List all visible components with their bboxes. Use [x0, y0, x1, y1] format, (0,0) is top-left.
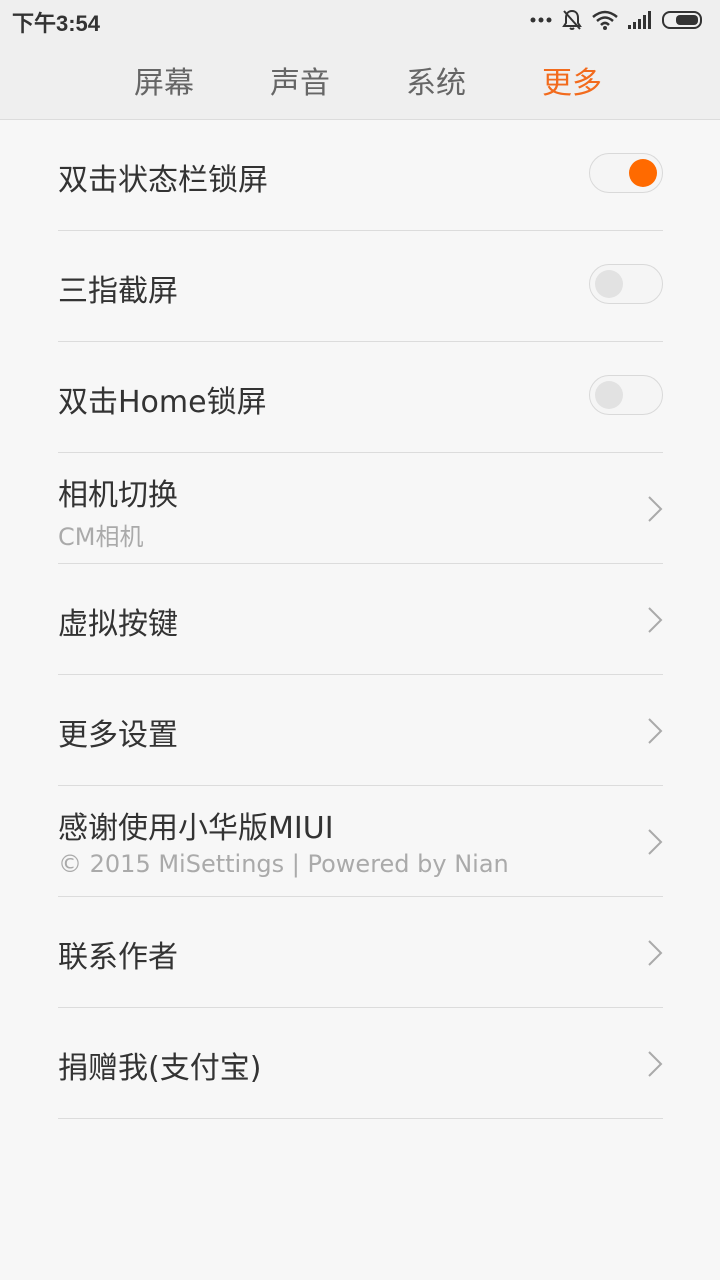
setting-double-tap-statusbar-lock[interactable]: 双击状态栏锁屏	[58, 120, 663, 231]
tab-bar: 屏幕 声音 系统 更多	[0, 40, 720, 120]
setting-donate[interactable]: 捐赠我(支付宝)	[58, 1008, 663, 1119]
bell-off-icon	[562, 9, 582, 31]
setting-title: 联系作者	[58, 940, 178, 975]
status-icons	[530, 8, 704, 32]
chevron-right-icon	[648, 1051, 663, 1077]
double-tap-statusbar-lock-toggle[interactable]	[589, 153, 663, 193]
setting-more-settings[interactable]: 更多设置	[58, 675, 663, 786]
setting-virtual-keys[interactable]: 虚拟按键	[58, 564, 663, 675]
setting-contact-author[interactable]: 联系作者	[58, 897, 663, 1008]
setting-about[interactable]: 感谢使用小华版MIUI © 2015 MiSettings | Powered …	[58, 786, 663, 897]
tab-system[interactable]: 系统	[368, 58, 504, 102]
setting-subtitle: © 2015 MiSettings | Powered by Nian	[58, 850, 509, 878]
chevron-right-icon	[648, 940, 663, 966]
status-bar: 下午3:54	[0, 0, 720, 40]
chevron-right-icon	[648, 829, 663, 855]
battery-icon	[662, 11, 704, 29]
setting-three-finger-screenshot[interactable]: 三指截屏	[58, 231, 663, 342]
chevron-right-icon	[648, 607, 663, 633]
chevron-right-icon	[648, 718, 663, 744]
signal-icon	[628, 11, 652, 29]
settings-list: 双击状态栏锁屏 三指截屏 双击Home锁屏 相机切换 CM相机 虚拟按键 更多设…	[58, 120, 663, 1119]
status-time: 下午3:54	[12, 11, 101, 36]
setting-title: 三指截屏	[58, 274, 178, 309]
wifi-icon	[592, 10, 618, 30]
three-finger-screenshot-toggle[interactable]	[589, 264, 663, 304]
setting-title: 捐赠我(支付宝)	[58, 1051, 262, 1086]
setting-camera-switch[interactable]: 相机切换 CM相机	[58, 453, 663, 564]
toggle-knob	[595, 381, 623, 409]
setting-title: 虚拟按键	[58, 607, 178, 642]
double-tap-home-lock-toggle[interactable]	[589, 375, 663, 415]
tab-screen[interactable]: 屏幕	[96, 58, 232, 102]
dots-icon	[530, 16, 552, 24]
setting-title: 更多设置	[58, 718, 178, 753]
toggle-knob	[595, 270, 623, 298]
tab-sound[interactable]: 声音	[232, 58, 368, 102]
setting-title: 相机切换	[58, 478, 178, 513]
setting-subtitle: CM相机	[58, 523, 144, 551]
tab-more[interactable]: 更多	[504, 58, 640, 102]
setting-title: 双击状态栏锁屏	[58, 163, 268, 198]
toggle-knob	[629, 159, 657, 187]
setting-title: 双击Home锁屏	[58, 385, 267, 420]
chevron-right-icon	[648, 496, 663, 522]
setting-title: 感谢使用小华版MIUI	[58, 811, 334, 846]
setting-double-tap-home-lock[interactable]: 双击Home锁屏	[58, 342, 663, 453]
